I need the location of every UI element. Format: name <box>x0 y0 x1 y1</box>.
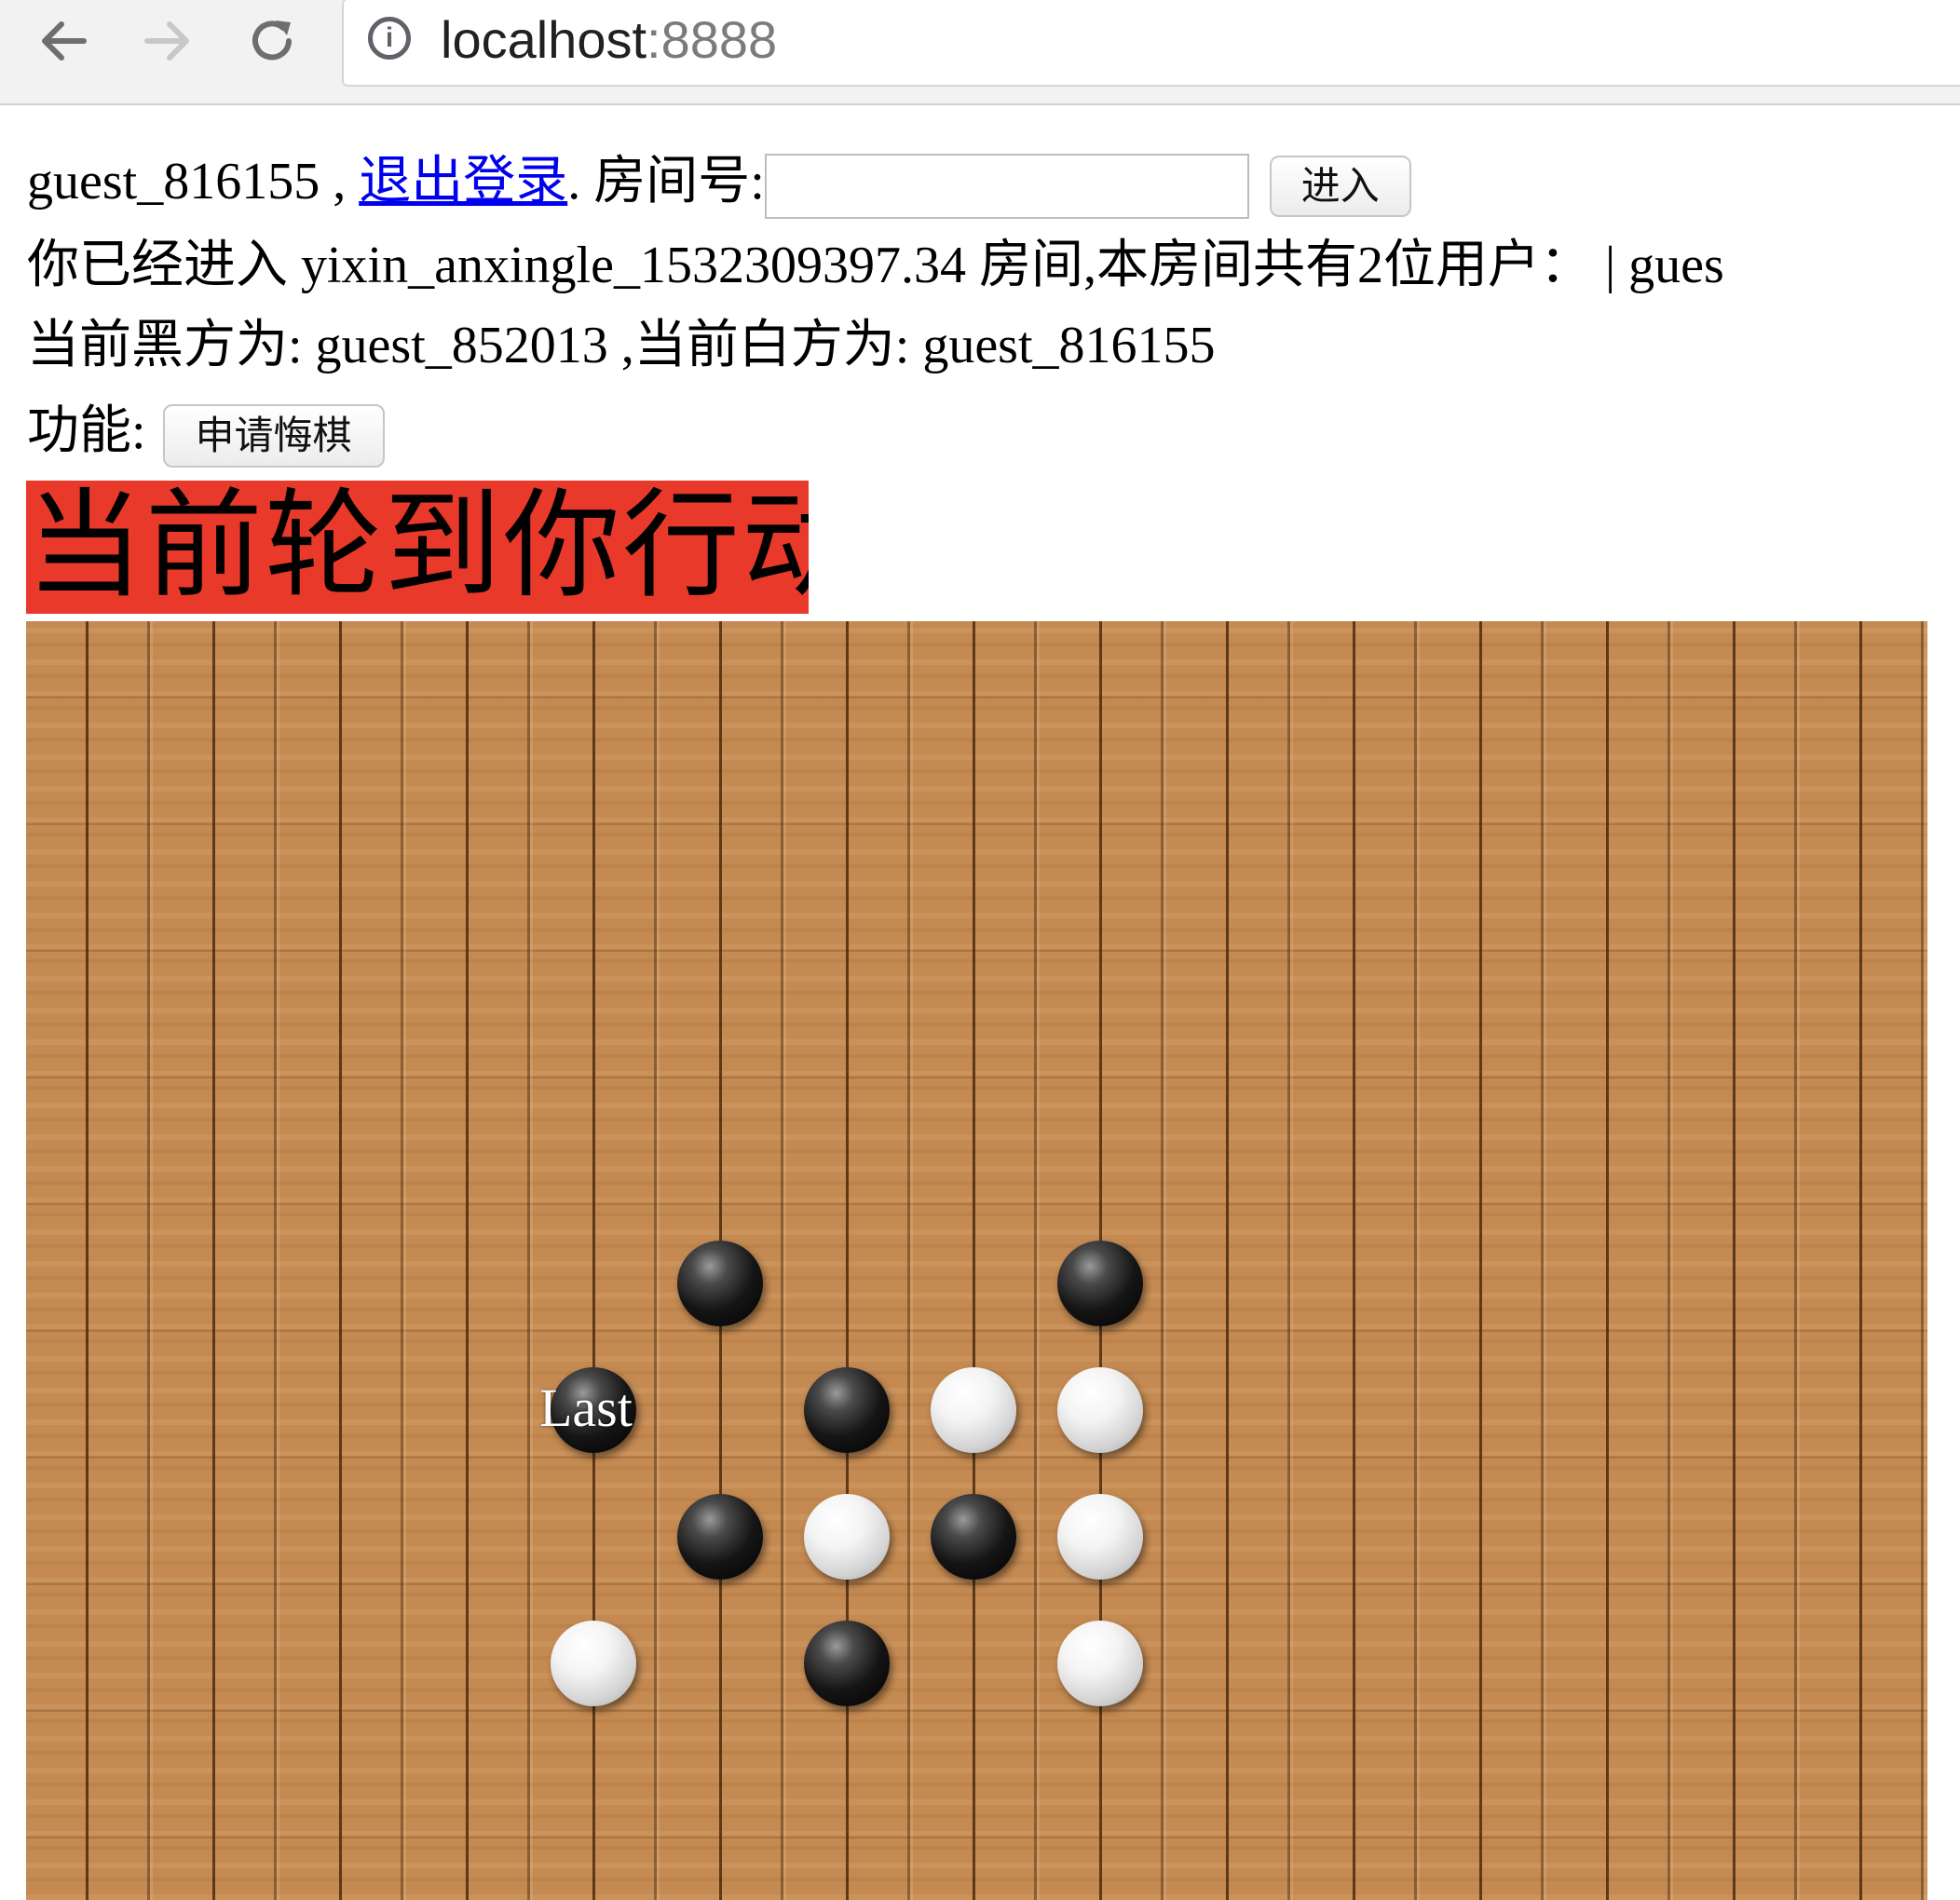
board-grid-line <box>1479 621 1482 1900</box>
info-icon[interactable]: i <box>368 17 411 60</box>
turn-banner: 当前轮到你行动 <box>26 481 809 614</box>
white-stone <box>1057 1621 1143 1706</box>
board-grid-line <box>1859 621 1862 1900</box>
board-grid-line <box>1353 621 1355 1900</box>
white-stone <box>1057 1494 1143 1580</box>
room-label: . 房间号: <box>567 153 765 210</box>
board-grid-line <box>1606 621 1609 1900</box>
reload-icon <box>252 20 292 61</box>
board-grid-line <box>212 621 215 1900</box>
enter-room-button[interactable]: 进入 <box>1269 156 1411 218</box>
room-number-input[interactable] <box>764 154 1249 220</box>
white-stone <box>1057 1367 1143 1453</box>
board-grid-line <box>1226 621 1229 1900</box>
url-port: :8888 <box>647 10 778 69</box>
room-info: 你已经进入 yixin_anxingle_1532309397.34 房间,本房… <box>27 237 1724 294</box>
board-grid-line <box>592 621 595 1900</box>
black-stone <box>677 1494 763 1580</box>
user-bar: guest_816155 , 退出登录. 房间号: 进入 <box>27 149 1411 220</box>
black-stone <box>1057 1241 1143 1326</box>
board-grid-line <box>973 621 975 1900</box>
board-grid-line <box>339 621 342 1900</box>
board-grid-line <box>1733 621 1735 1900</box>
request-undo-button[interactable]: 申请悔棋 <box>162 404 385 468</box>
board-grid-line <box>466 621 469 1900</box>
logout-link[interactable]: 退出登录 <box>359 153 567 210</box>
username: guest_816155 <box>27 153 320 210</box>
white-stone <box>551 1621 636 1706</box>
back-button[interactable] <box>35 13 91 69</box>
game-board[interactable]: Last <box>26 621 1927 1900</box>
black-stone <box>804 1621 890 1706</box>
white-stone <box>804 1494 890 1580</box>
player-info: 当前黑方为: guest_852013 ,当前白方为: guest_816155 <box>27 317 1216 374</box>
separator: , <box>320 153 360 210</box>
url-text: localhost:8888 <box>441 7 777 73</box>
white-stone <box>931 1367 1016 1453</box>
address-bar[interactable]: i localhost:8888 <box>342 0 1960 87</box>
functions-label: 功能: <box>27 402 146 460</box>
browser-toolbar: i localhost:8888 <box>0 0 1960 105</box>
black-stone <box>677 1241 763 1326</box>
reload-button[interactable] <box>244 13 300 69</box>
forward-button[interactable] <box>140 13 196 69</box>
black-stone <box>804 1367 890 1453</box>
board-grid-line <box>86 621 88 1900</box>
board-grid-line <box>846 621 849 1900</box>
last-move-label: Last <box>539 1378 633 1438</box>
back-arrow-icon <box>42 21 87 61</box>
black-stone <box>931 1494 1016 1580</box>
functions-bar: 功能: 申请悔棋 <box>27 399 385 468</box>
forward-arrow-icon <box>144 21 189 61</box>
url-host: localhost <box>441 10 647 69</box>
